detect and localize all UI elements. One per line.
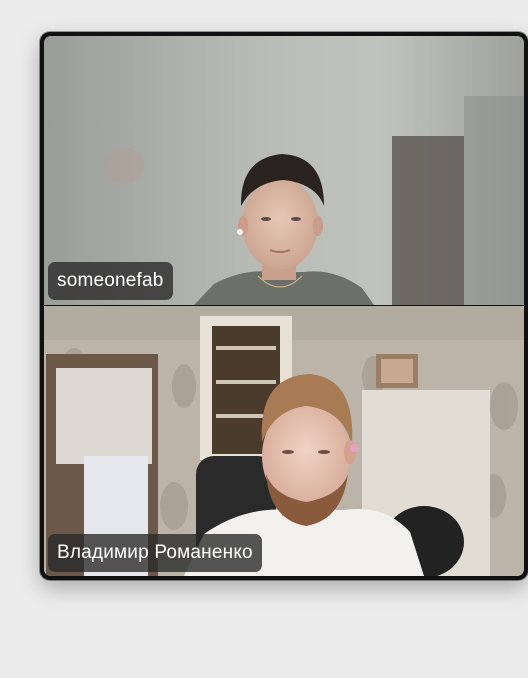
participant-name-tag: someonefab (48, 262, 173, 300)
participant-video-tile[interactable]: Владимир Романенко (44, 306, 524, 576)
video-call-window: someonefab Владимир Романенко (40, 32, 528, 580)
participant-name-tag: Владимир Романенко (48, 534, 262, 572)
participant-video-tile[interactable]: someonefab (44, 36, 524, 305)
